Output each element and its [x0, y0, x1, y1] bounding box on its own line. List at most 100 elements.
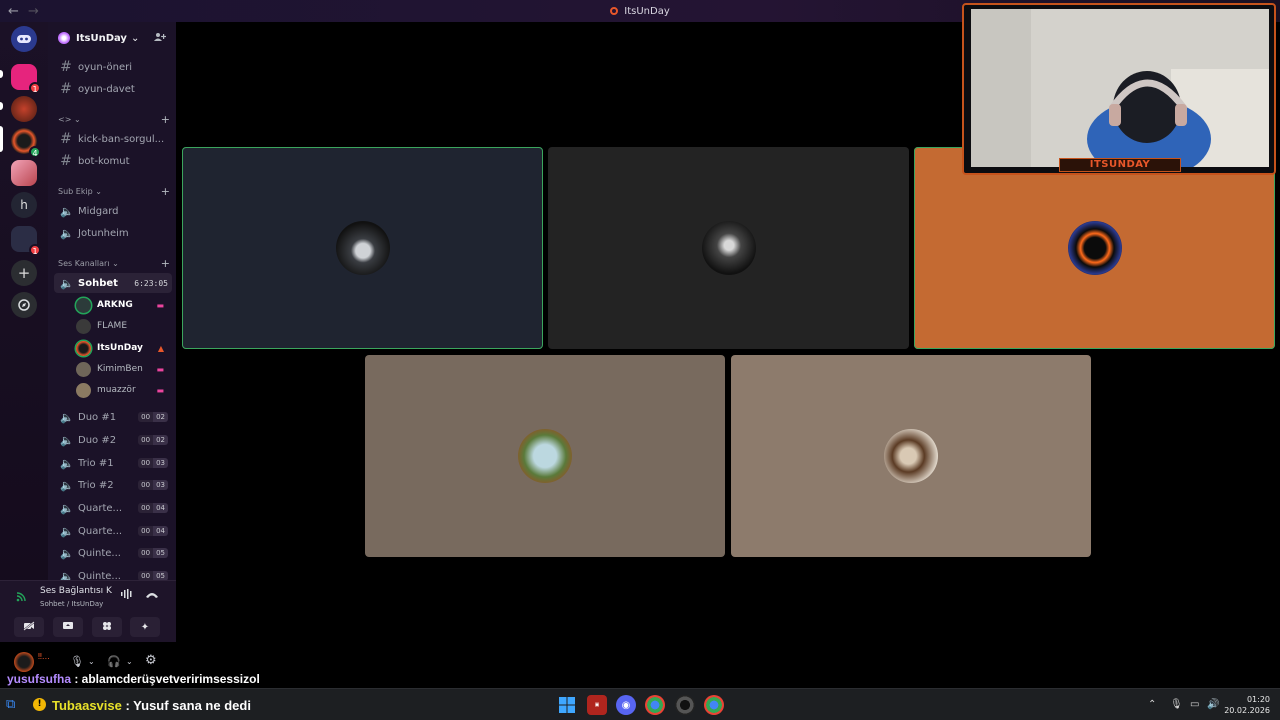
channel-bot-komut[interactable]: # bot-komut: [54, 151, 172, 171]
voice-user-flame[interactable]: FLAME: [76, 316, 168, 336]
disconnect-icon[interactable]: [145, 588, 159, 602]
guild-header[interactable]: ItsUnDay ⌄: [48, 22, 176, 54]
webcam-feed: [971, 9, 1269, 173]
chevron-down-icon[interactable]: ⌄: [126, 657, 133, 666]
voice-user-muazzor[interactable]: muazzör ▬: [76, 380, 168, 400]
widgets-icon[interactable]: ⧉: [6, 697, 15, 712]
channel-kick-ban[interactable]: # kick-ban-sorgul...: [54, 129, 172, 149]
add-channel-icon[interactable]: +: [161, 185, 170, 198]
screen: ← → ItsUnDay 1 4 h 1 + ItsUnDay ⌄ # oyun…: [0, 0, 1280, 720]
voice-user-kimimben[interactable]: KimimBen ▬: [76, 359, 168, 379]
server-logo-icon: [610, 6, 619, 15]
server-itsunday-badge: 4: [29, 146, 41, 158]
participant-tile-itsunday[interactable]: [914, 147, 1275, 349]
voice-channel-quartet-1[interactable]: 🔈 Quarte... 00 04: [54, 498, 172, 518]
soundboard-button[interactable]: ✦: [130, 617, 160, 637]
channel-label: Trio #1: [78, 457, 114, 469]
hash-icon: #: [60, 153, 72, 169]
server-folder-badge: 1: [29, 244, 41, 256]
voice-location[interactable]: Sohbet / ItsUnDay: [40, 600, 103, 608]
participant-tile-flame[interactable]: [548, 147, 909, 349]
category-hidden[interactable]: <> ⌄ +: [58, 113, 170, 126]
discord-taskbar-icon[interactable]: ◉: [616, 695, 636, 715]
start-icon[interactable]: [557, 695, 577, 715]
live-icon: ▲: [157, 343, 164, 353]
user-name: KimimBen: [97, 364, 143, 374]
settings-gear-icon[interactable]: ⚙: [145, 653, 157, 668]
server-folder-icon[interactable]: 1: [11, 226, 41, 256]
window-title-text: ItsUnDay: [624, 5, 670, 17]
clock-time: 01:20: [1246, 695, 1270, 704]
user-limit: 00 02: [138, 412, 168, 422]
avatar[interactable]: [14, 652, 34, 672]
speaker-icon: 🔈: [60, 433, 74, 447]
voice-channel-quartet-2[interactable]: 🔈 Quarte... 00 04: [54, 521, 172, 541]
category-label: Sub Ekip: [58, 187, 93, 196]
voice-channel-duo-2[interactable]: 🔈 Duo #2 00 02: [54, 430, 172, 450]
hash-icon: #: [60, 59, 72, 75]
participant-tile-muazzor[interactable]: [731, 355, 1091, 557]
add-server-icon[interactable]: +: [11, 260, 37, 286]
voice-user-itsunday[interactable]: ItsUnDay ▲: [76, 338, 168, 358]
dm-home-icon[interactable]: [11, 26, 37, 52]
guild-name: ItsUnDay: [76, 32, 127, 44]
user-name: FLAME: [97, 321, 128, 331]
microphone-icon[interactable]: 🎙: [70, 655, 84, 668]
server-h-icon[interactable]: h: [11, 192, 37, 218]
discover-icon[interactable]: [11, 292, 37, 318]
avatar: [76, 382, 91, 398]
tray-chevron-icon[interactable]: ⌃: [1148, 699, 1156, 710]
channel-label: kick-ban-sorgul...: [78, 133, 165, 145]
activities-button[interactable]: [92, 617, 122, 637]
unread-pip: [0, 70, 3, 78]
channel-oyun-davet[interactable]: # oyun-davet: [54, 79, 172, 99]
participant-tile-arkng[interactable]: [182, 147, 543, 349]
chrome-icon[interactable]: [645, 695, 665, 715]
network-icon[interactable]: ▭: [1190, 699, 1199, 710]
back-button[interactable]: ←: [8, 4, 22, 19]
add-channel-icon[interactable]: +: [161, 113, 170, 126]
server-anime-icon[interactable]: [11, 160, 37, 186]
participant-tile-kimimben[interactable]: [365, 355, 725, 557]
game-launcher-icon[interactable]: ▣: [587, 695, 607, 715]
avatar: [76, 297, 91, 313]
channel-label: Trio #2: [78, 479, 114, 491]
user-name: muazzör: [97, 385, 136, 395]
voice-status[interactable]: Ses Bağlantısı K: [40, 586, 112, 596]
clock[interactable]: 01:20 20.02.2026: [1224, 694, 1270, 716]
noise-suppression-icon[interactable]: [121, 589, 133, 602]
voice-channel-jotunheim[interactable]: 🔈 Jotunheim: [54, 223, 172, 243]
add-channel-icon[interactable]: +: [161, 257, 170, 270]
headphones-icon[interactable]: 🎧: [107, 655, 121, 668]
server-itsunday-icon[interactable]: 4: [11, 128, 41, 158]
user-limit: 00 02: [138, 435, 168, 445]
avatar: [1067, 221, 1122, 275]
channel-oyun-oneri[interactable]: # oyun-öneri: [54, 57, 172, 77]
channel-label: oyun-öneri: [78, 61, 133, 73]
volume-icon[interactable]: 🔊: [1207, 699, 1219, 710]
voice-channel-midgard[interactable]: 🔈 Midgard: [54, 201, 172, 221]
voice-channel-trio-1[interactable]: 🔈 Trio #1 00 03: [54, 453, 172, 473]
voice-channel-sohbet[interactable]: 🔈 Sohbet 6:23:05: [54, 273, 172, 293]
screen-share-button[interactable]: [53, 617, 83, 637]
voice-channel-duo-1[interactable]: 🔈 Duo #1 00 02: [54, 407, 172, 427]
forward-button[interactable]: →: [28, 4, 42, 19]
camera-off-button[interactable]: [14, 617, 44, 637]
voice-user-arkng[interactable]: ARKNG ▬: [76, 295, 168, 315]
add-member-icon[interactable]: [154, 32, 167, 45]
avatar: [335, 221, 390, 275]
user-limit: 00 03: [138, 480, 168, 490]
server-pink-icon[interactable]: 1: [11, 64, 41, 94]
chrome-profile-icon[interactable]: [704, 695, 724, 715]
chevron-down-icon[interactable]: ⌄: [88, 657, 95, 666]
voice-channel-trio-2[interactable]: 🔈 Trio #2 00 03: [54, 475, 172, 495]
category-sub-ekip[interactable]: Sub Ekip ⌄ +: [58, 185, 170, 198]
channel-label: oyun-davet: [78, 83, 135, 95]
speaker-icon: 🔈: [60, 204, 74, 218]
server-red-icon[interactable]: [11, 96, 37, 122]
channel-label: Quarte...: [78, 502, 123, 514]
voice-channel-quintet-1[interactable]: 🔈 Quinte... 00 05: [54, 543, 172, 563]
tray-mic-icon[interactable]: 🎙: [1170, 699, 1183, 710]
category-ses-kanallari[interactable]: Ses Kanalları ⌄ +: [58, 257, 170, 270]
obs-icon[interactable]: [675, 695, 695, 715]
